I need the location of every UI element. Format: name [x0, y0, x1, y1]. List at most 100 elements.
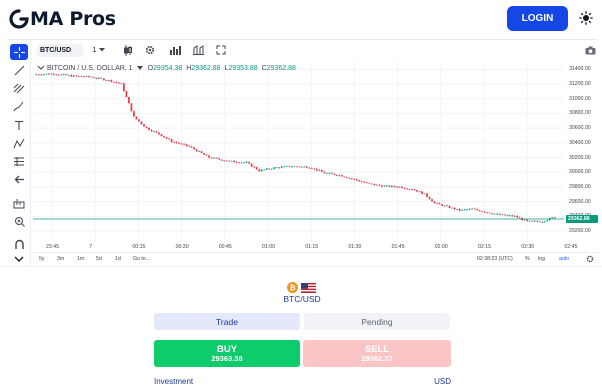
time-tick-label: 00:15	[132, 244, 146, 250]
candle-down	[305, 166, 308, 168]
candle-down	[82, 76, 85, 78]
candle-up	[451, 207, 453, 209]
more-icon[interactable]	[10, 251, 28, 267]
candle-up	[493, 213, 496, 215]
range-5y[interactable]: 5y	[39, 256, 44, 262]
sell-button[interactable]: SELL 29362.37	[303, 340, 451, 367]
chart-plot-area[interactable]	[33, 62, 564, 242]
text-icon[interactable]	[10, 117, 28, 133]
brush-icon[interactable]	[10, 98, 28, 114]
candle-down	[210, 157, 213, 159]
candle-up	[62, 74, 65, 76]
legend-close: C29362.88	[262, 65, 296, 72]
candle-down	[320, 170, 323, 172]
compare-icon[interactable]	[191, 43, 205, 57]
logo[interactable]: MA Pros	[8, 8, 116, 30]
candle-down	[441, 204, 443, 206]
candle-down	[428, 196, 431, 200]
candle-down	[436, 202, 438, 204]
candle-up	[273, 167, 276, 169]
candle-up	[198, 151, 200, 153]
crosshair-icon[interactable]	[10, 44, 28, 60]
chart-bottom-bar: 5y 3m 1m 5d 1d Go to... 02:38:23 (UTC) %…	[33, 252, 598, 264]
login-button[interactable]: LOGIN	[507, 6, 568, 31]
candle-up	[42, 74, 45, 76]
candle-down	[150, 129, 153, 132]
price-tick-label: 30800.00	[569, 110, 591, 117]
candle-down	[373, 183, 376, 186]
candle-down	[366, 182, 368, 184]
time-axis[interactable]: 23:45 7 00:15 00:30 00:45 01:00 01:15 01:30 01:4…	[33, 242, 598, 252]
time-tick-label: 7	[89, 244, 93, 250]
interval-selector[interactable]: 1	[90, 43, 108, 57]
candle-up	[280, 166, 283, 168]
candle-up	[97, 77, 100, 79]
legend-menu-icon[interactable]	[136, 64, 144, 72]
camera-icon[interactable]	[583, 43, 597, 57]
range-3m[interactable]: 3m	[57, 256, 64, 262]
axis-settings-icon[interactable]	[586, 255, 594, 263]
trendline-icon[interactable]	[10, 62, 28, 78]
sun-icon[interactable]	[576, 8, 596, 28]
fib-icon[interactable]	[10, 80, 28, 96]
candle-down	[350, 178, 353, 180]
zoom-icon[interactable]	[10, 213, 28, 229]
interval-label: 1	[92, 46, 97, 54]
candle-down	[363, 181, 366, 183]
auto-toggle[interactable]: auto	[559, 256, 569, 262]
back-arrow-icon[interactable]	[10, 171, 28, 187]
settings-icon[interactable]	[143, 43, 157, 57]
candle-down	[488, 212, 491, 214]
tab-pending[interactable]: Pending	[304, 313, 450, 330]
chart-legend: BITCOIN / U.S. DOLLAR, 1 O29354.38 H2936…	[37, 64, 296, 72]
candle-down	[531, 220, 534, 222]
pattern-icon[interactable]	[10, 135, 28, 151]
candle-down	[163, 136, 165, 138]
candle-up	[338, 175, 341, 176]
candle-down	[37, 74, 40, 76]
candles-icon[interactable]	[121, 43, 135, 57]
range-1m[interactable]: 1m	[77, 256, 84, 262]
candle-down	[536, 220, 539, 222]
candle-down	[323, 171, 326, 174]
candle-down	[408, 189, 411, 190]
time-tick-label: 01:00	[262, 244, 275, 250]
candle-down	[100, 77, 103, 79]
measure-icon[interactable]	[10, 153, 28, 169]
ruler-icon[interactable]	[10, 195, 28, 211]
candle-down	[95, 78, 98, 79]
candle-up	[293, 166, 296, 168]
low-value: 29353.88	[228, 64, 258, 72]
log-toggle[interactable]: log	[538, 256, 545, 262]
candle-down	[426, 193, 428, 197]
candle-down	[476, 209, 478, 211]
magnet-icon[interactable]	[10, 236, 28, 252]
price-tick-label: 30400.00	[569, 139, 591, 146]
candle-down	[310, 167, 313, 169]
candle-up	[506, 215, 509, 217]
candle-up	[275, 167, 278, 169]
time-tick-label: 23:45	[46, 244, 59, 250]
symbol-search[interactable]: BTC/USD	[37, 44, 83, 57]
candle-down	[411, 189, 413, 191]
percent-toggle[interactable]: %	[525, 256, 530, 262]
chart-toolbar: BTC/USD 1	[33, 40, 598, 60]
collapse-legend-icon[interactable]	[37, 64, 45, 72]
tab-trade[interactable]: Trade	[154, 313, 300, 330]
candle-up	[398, 186, 401, 188]
candle-down	[353, 178, 356, 180]
candle-down	[438, 203, 441, 205]
utc-clock[interactable]: 02:38:23 (UTC)	[477, 256, 513, 262]
fullscreen-icon[interactable]	[214, 43, 228, 57]
candle-up	[508, 215, 511, 217]
range-1d[interactable]: 1d	[115, 256, 121, 262]
candle-up	[318, 170, 321, 171]
indicators-icon[interactable]	[168, 43, 182, 57]
range-5d[interactable]: 5d	[96, 256, 102, 262]
candle-down	[118, 82, 120, 84]
chart-widget: BTC/USD 1 BITCOIN / U.S. DOLLAR, 1 O2935…	[7, 39, 598, 267]
candle-up	[551, 217, 554, 219]
buy-button[interactable]: BUY 29363.38	[154, 340, 300, 367]
goto-button[interactable]: Go to...	[133, 256, 150, 262]
candle-down	[180, 143, 183, 145]
